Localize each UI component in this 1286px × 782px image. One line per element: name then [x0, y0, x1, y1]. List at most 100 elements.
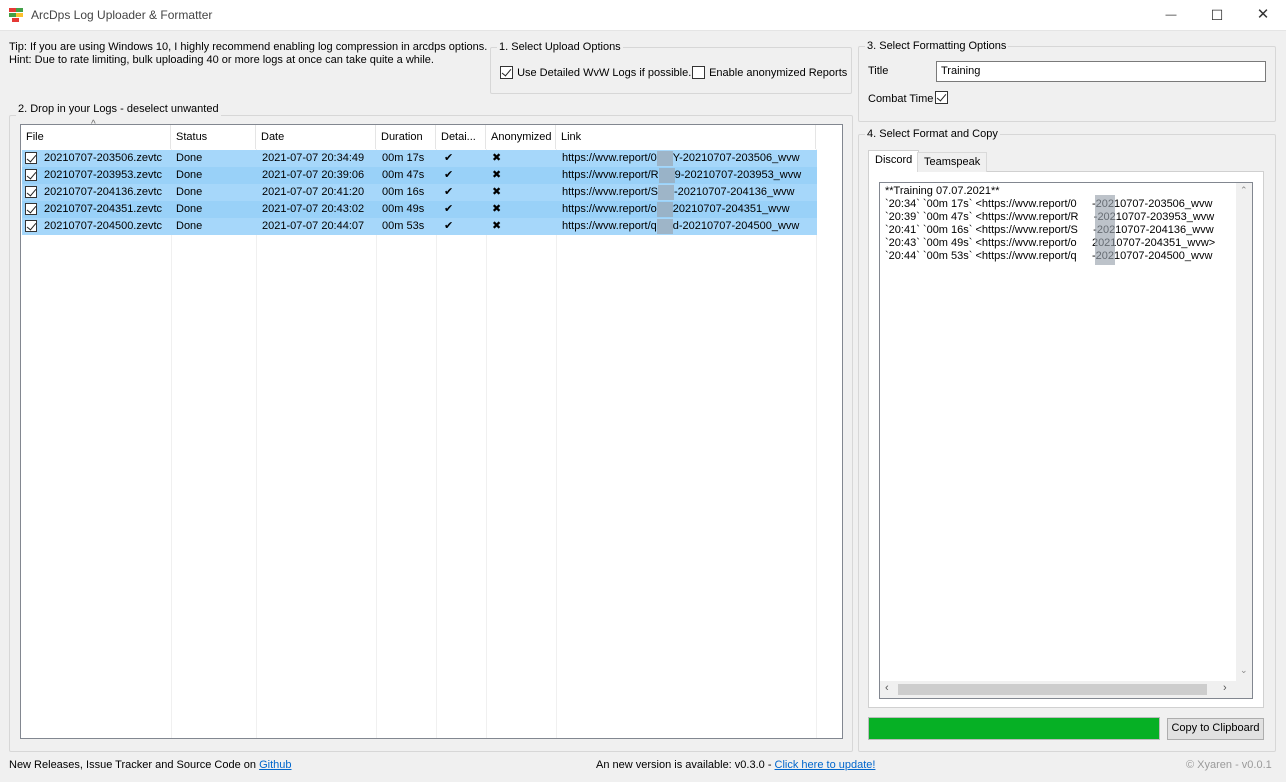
column-header-duration[interactable]: Duration	[376, 125, 436, 149]
column-header-file[interactable]: File	[21, 125, 171, 149]
row-file: 20210707-203506.zevtc	[44, 152, 163, 164]
anonymized-checkbox[interactable]	[692, 66, 705, 79]
row-file: 20210707-203953.zevtc	[44, 169, 163, 181]
hint-text: Hint: Due to rate limiting, bulk uploadi…	[9, 54, 434, 66]
row-date: 2021-07-07 20:44:07	[262, 220, 365, 232]
column-divider	[376, 149, 377, 738]
link-prefix: https://wvw.report/q	[562, 220, 657, 232]
format-copy-legend: 4. Select Format and Copy	[865, 128, 1000, 141]
column-divider	[171, 149, 172, 738]
app-logo-icon	[9, 8, 23, 22]
row-checkbox[interactable]	[25, 152, 37, 165]
copy-to-clipboard-button[interactable]: Copy to Clipboard	[1167, 718, 1264, 740]
maximize-button[interactable]: ☐	[1194, 0, 1240, 31]
row-status: Done	[176, 203, 203, 215]
column-divider	[486, 149, 487, 738]
title-label: Title	[868, 65, 889, 77]
logs-legend: 2. Drop in your Logs - deselect unwanted	[16, 103, 221, 116]
row-detailed-check-icon: ✔	[444, 169, 454, 181]
table-row[interactable]: 20210707-203953.zevtc Done 2021-07-07 20…	[22, 167, 817, 184]
horizontal-scrollbar[interactable]: ‹ ›	[880, 681, 1252, 698]
tab-teamspeak[interactable]: Teamspeak	[917, 152, 988, 172]
row-duration: 00m 47s	[382, 169, 425, 181]
output-line: `20:39` `00m 47s` <https://wvw.report/R …	[885, 211, 1215, 223]
combat-time-checkbox[interactable]	[935, 91, 948, 104]
anonymized-option[interactable]: Enable anonymized Reports	[692, 66, 847, 79]
row-date: 2021-07-07 20:43:02	[262, 203, 365, 215]
row-checkbox[interactable]	[25, 186, 37, 199]
output-line: `20:43` `00m 49s` <https://wvw.report/o …	[885, 237, 1216, 249]
scroll-left-icon[interactable]: ‹	[885, 682, 889, 694]
title-input[interactable]: Training	[936, 61, 1266, 82]
row-date: 2021-07-07 20:34:49	[262, 152, 365, 164]
detailed-wvw-checkbox[interactable]	[500, 66, 513, 79]
column-header-date[interactable]: Date	[256, 125, 376, 149]
row-status: Done	[176, 186, 203, 198]
row-link[interactable]: https://wvw.report/o 20210707-204351_wvw	[557, 201, 817, 218]
tip-text: Tip: If you are using Windows 10, I high…	[9, 41, 488, 53]
row-anonymized-cross-icon: ✖	[492, 220, 502, 232]
title-bar[interactable]: ArcDps Log Uploader & Formatter — ☐ ✕	[0, 0, 1286, 31]
row-status: Done	[176, 169, 203, 181]
github-link[interactable]: Github	[259, 759, 291, 771]
close-button[interactable]: ✕	[1240, 0, 1286, 31]
column-header-detailed[interactable]: Detai...	[436, 125, 486, 149]
output-line: `20:34` `00m 17s` <https://wvw.report/0 …	[885, 198, 1213, 210]
upload-options-legend: 1. Select Upload Options	[497, 41, 623, 54]
link-suffix: d-20210707-204500_wvw	[672, 220, 800, 232]
link-suffix: 20210707-204351_wvw	[672, 203, 790, 215]
column-header-anonymized[interactable]: Anonymized	[486, 125, 556, 149]
row-date: 2021-07-07 20:41:20	[262, 186, 365, 198]
link-suffix: Y-20210707-203506_wvw	[672, 152, 800, 164]
row-anonymized-cross-icon: ✖	[492, 203, 502, 215]
detailed-wvw-label: Use Detailed WvW Logs if possible.	[517, 66, 692, 79]
row-link[interactable]: https://wvw.report/q d-20210707-204500_wv…	[557, 218, 817, 235]
column-header-link[interactable]: Link	[556, 125, 816, 149]
table-row[interactable]: 20210707-204136.zevtc Done 2021-07-07 20…	[22, 184, 817, 201]
row-file: 20210707-204351.zevtc	[44, 203, 163, 215]
link-suffix: -20210707-204136_wvw	[673, 186, 795, 198]
horizontal-scroll-thumb[interactable]	[898, 684, 1207, 695]
redacted-area	[656, 201, 673, 217]
window-title: ArcDps Log Uploader & Formatter	[31, 8, 213, 22]
author-credit: © Xyaren - v0.0.1	[1186, 759, 1272, 771]
row-date: 2021-07-07 20:39:06	[262, 169, 365, 181]
row-link[interactable]: https://wvw.report/R 9-20210707-203953_wv…	[557, 167, 817, 184]
row-status: Done	[176, 220, 203, 232]
row-duration: 00m 49s	[382, 203, 425, 215]
row-checkbox[interactable]	[25, 220, 37, 233]
link-prefix: https://wvw.report/0	[562, 152, 657, 164]
column-divider	[256, 149, 257, 738]
row-checkbox[interactable]	[25, 169, 37, 182]
output-textarea[interactable]: **Training 07.07.2021** `20:34` `00m 17s…	[879, 182, 1253, 699]
link-suffix: 9-20210707-203953_wvw	[674, 169, 802, 181]
redacted-area	[1095, 195, 1115, 265]
vertical-scrollbar[interactable]: ⌃ ⌄	[1236, 183, 1252, 681]
column-header-status[interactable]: Status	[171, 125, 256, 149]
table-row[interactable]: 20210707-204500.zevtc Done 2021-07-07 20…	[22, 218, 817, 235]
row-link[interactable]: https://wvw.report/0 Y-20210707-203506_wv…	[557, 150, 817, 167]
progress-bar	[868, 717, 1160, 740]
combat-time-option[interactable]	[935, 91, 948, 104]
scroll-up-icon[interactable]: ⌃	[1240, 185, 1248, 196]
link-prefix: https://wvw.report/R	[562, 169, 659, 181]
output-line: `20:44` `00m 53s` <https://wvw.report/q …	[885, 250, 1213, 262]
row-detailed-check-icon: ✔	[444, 152, 454, 164]
table-row[interactable]: 20210707-203506.zevtc Done 2021-07-07 20…	[22, 150, 817, 167]
log-list[interactable]: ^ File Status Date Duration Detai... Ano…	[20, 119, 843, 739]
tab-discord[interactable]: Discord	[868, 150, 920, 172]
detailed-wvw-option[interactable]: Use Detailed WvW Logs if possible.	[500, 66, 691, 79]
footer-update: An new version is available: v0.3.0 - Cl…	[596, 759, 875, 771]
row-detailed-check-icon: ✔	[444, 186, 454, 198]
minimize-button[interactable]: —	[1148, 0, 1194, 31]
footer-releases-text: New Releases, Issue Tracker and Source C…	[9, 759, 260, 771]
scroll-down-icon[interactable]: ⌄	[1240, 665, 1248, 676]
row-duration: 00m 53s	[382, 220, 425, 232]
table-row[interactable]: 20210707-204351.zevtc Done 2021-07-07 20…	[22, 201, 817, 218]
row-file: 20210707-204500.zevtc	[44, 220, 163, 232]
row-anonymized-cross-icon: ✖	[492, 186, 502, 198]
row-link[interactable]: https://wvw.report/S -20210707-204136_wvw	[557, 184, 817, 201]
scroll-right-icon[interactable]: ›	[1223, 682, 1227, 694]
update-link[interactable]: Click here to update!	[775, 759, 876, 771]
row-checkbox[interactable]	[25, 203, 37, 216]
